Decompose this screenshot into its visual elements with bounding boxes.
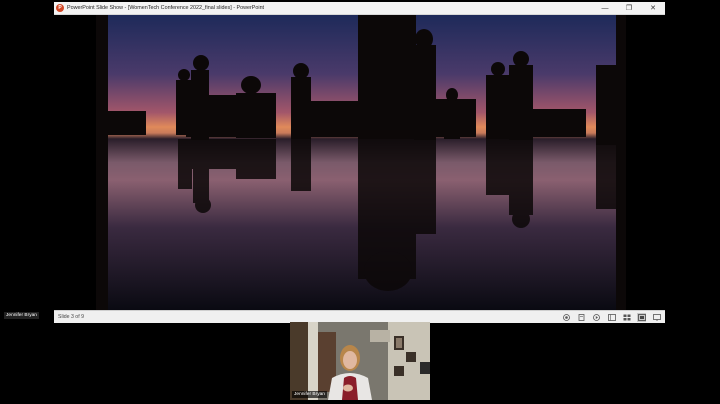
normal-view-icon[interactable]: [607, 313, 616, 322]
status-tools: [562, 311, 661, 323]
close-button[interactable]: ✕: [641, 2, 665, 14]
minimize-button[interactable]: —: [593, 2, 617, 14]
slideshow-view-icon[interactable]: [652, 313, 661, 322]
notes-icon[interactable]: [577, 313, 586, 322]
window-title: PowerPoint Slide Show - [WomenTech Confe…: [67, 5, 265, 11]
play-icon[interactable]: [592, 313, 601, 322]
restore-button[interactable]: ❐: [617, 2, 641, 14]
presenter-name-tag: Jennifer Bryan: [4, 312, 39, 319]
slide-sorter-icon[interactable]: [622, 313, 631, 322]
webcam-name-label: Jennifer Bryan: [292, 391, 327, 398]
slide-area[interactable]: [54, 15, 665, 310]
window-controls: — ❐ ✕: [593, 2, 665, 14]
webcam-video: [290, 322, 430, 400]
reading-view-icon[interactable]: [637, 312, 646, 322]
slide-photo: [96, 15, 626, 310]
powerpoint-window: P PowerPoint Slide Show - [WomenTech Con…: [54, 2, 665, 323]
record-icon[interactable]: [562, 313, 571, 322]
window-titlebar: P PowerPoint Slide Show - [WomenTech Con…: [54, 2, 665, 15]
webcam-tile: Jennifer Bryan: [290, 322, 430, 400]
slide-counter: Slide 3 of 9: [58, 314, 84, 320]
powerpoint-app-icon: P: [56, 4, 64, 12]
